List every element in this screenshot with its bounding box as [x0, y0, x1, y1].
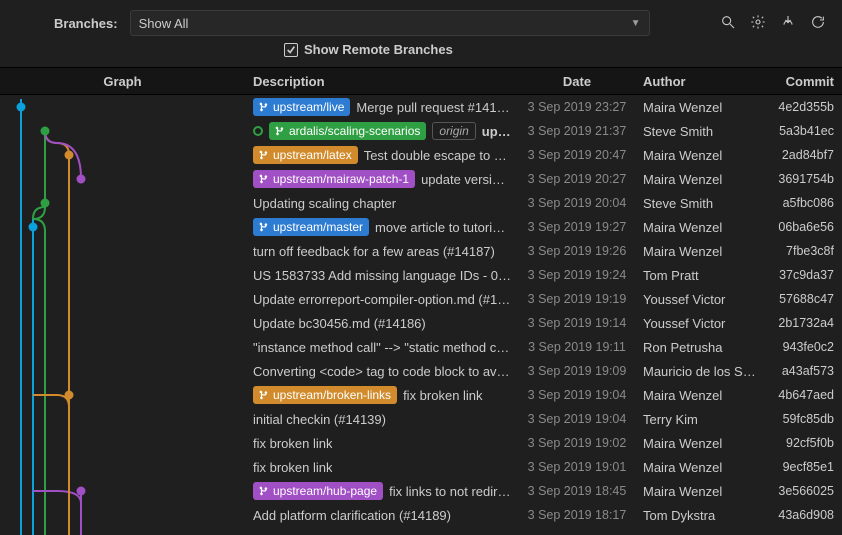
chevron-down-icon: ▼ — [631, 18, 641, 29]
commit-hash: 3691754b — [765, 172, 842, 186]
commit-hash: 4b647aed — [765, 388, 842, 402]
commit-hash: a43af573 — [765, 364, 842, 378]
commit-hash: 92cf5f0b — [765, 436, 842, 450]
table-header: Graph Description Date Author Commit — [0, 67, 842, 95]
branch-tag[interactable]: upstream/hub-page — [253, 482, 383, 500]
commit-date: 3 Sep 2019 19:14 — [519, 316, 635, 330]
branches-label: Branches: — [54, 16, 118, 31]
commit-hash: 4e2d355b — [765, 100, 842, 114]
commit-hash: 59fc85db — [765, 412, 842, 426]
commit-author: Tom Pratt — [635, 268, 765, 283]
commit-author: Tom Dykstra — [635, 508, 765, 523]
header-commit[interactable]: Commit — [765, 74, 842, 89]
header-graph[interactable]: Graph — [0, 74, 245, 89]
commit-author: Steve Smith — [635, 196, 765, 211]
header-date[interactable]: Date — [519, 74, 635, 89]
commit-message: fix links to not redire… — [389, 484, 511, 499]
commit-date: 3 Sep 2019 19:01 — [519, 460, 635, 474]
commit-message: turn off feedback for a few areas (#1418… — [253, 244, 495, 259]
branch-tag[interactable]: upstream/live — [253, 98, 350, 116]
commit-author: Maira Wenzel — [635, 220, 765, 235]
commit-hash: 2b1732a4 — [765, 316, 842, 330]
commit-hash: 37c9da37 — [765, 268, 842, 282]
head-indicator — [253, 126, 263, 136]
fetch-icon[interactable] — [780, 14, 796, 33]
commit-date: 3 Sep 2019 23:27 — [519, 100, 635, 114]
commit-message: initial checkin (#14139) — [253, 412, 386, 427]
commit-message: Add platform clarification (#14189) — [253, 508, 451, 523]
show-remote-label: Show Remote Branches — [304, 42, 453, 57]
commit-author: Ron Petrusha — [635, 340, 765, 355]
commit-hash: 06ba6e56 — [765, 220, 842, 234]
commit-date: 3 Sep 2019 18:45 — [519, 484, 635, 498]
commit-hash: 9ecf85e1 — [765, 460, 842, 474]
commit-author: Youssef Victor — [635, 292, 765, 307]
commit-message: fix broken link — [253, 436, 332, 451]
branches-dropdown-value: Show All — [139, 16, 189, 31]
commit-author: Steve Smith — [635, 124, 765, 139]
commit-date: 3 Sep 2019 18:17 — [519, 508, 635, 522]
commit-message: Updating scaling chapter — [253, 196, 396, 211]
branch-tag[interactable]: upstream/mairaw-patch-1 — [253, 170, 415, 188]
commit-author: Maira Wenzel — [635, 244, 765, 259]
commit-author: Maira Wenzel — [635, 388, 765, 403]
commit-hash: a5fbc086 — [765, 196, 842, 210]
branch-tag[interactable]: upstream/latex — [253, 146, 358, 164]
show-remote-checkbox[interactable] — [284, 43, 298, 57]
commit-message: fix broken link — [403, 388, 482, 403]
commit-message: "instance method call" --> "static metho… — [253, 340, 511, 355]
commit-message: Converting <code> tag to code block to a… — [253, 364, 511, 379]
commit-date: 3 Sep 2019 19:26 — [519, 244, 635, 258]
commit-date: 3 Sep 2019 19:02 — [519, 436, 635, 450]
header-author[interactable]: Author — [635, 74, 765, 89]
commit-date: 3 Sep 2019 20:04 — [519, 196, 635, 210]
commit-message: Merge pull request #1419… — [356, 100, 511, 115]
commit-date: 3 Sep 2019 20:27 — [519, 172, 635, 186]
search-icon[interactable] — [720, 14, 736, 33]
commit-hash: 943fe0c2 — [765, 340, 842, 354]
commit-author: Youssef Victor — [635, 316, 765, 331]
commit-message: move article to tutorials… — [375, 220, 511, 235]
commit-author: Maira Wenzel — [635, 460, 765, 475]
commit-date: 3 Sep 2019 19:19 — [519, 292, 635, 306]
commit-author: Maira Wenzel — [635, 148, 765, 163]
commit-date: 3 Sep 2019 19:11 — [519, 340, 635, 354]
commit-date: 3 Sep 2019 21:37 — [519, 124, 635, 138]
commit-message: Update errorreport-compiler-option.md (#… — [253, 292, 511, 307]
commit-date: 3 Sep 2019 19:27 — [519, 220, 635, 234]
commit-date: 3 Sep 2019 19:04 — [519, 412, 635, 426]
commit-hash: 3e566025 — [765, 484, 842, 498]
commit-hash: 2ad84bf7 — [765, 148, 842, 162]
commit-date: 3 Sep 2019 19:24 — [519, 268, 635, 282]
origin-tag[interactable]: origin — [432, 122, 475, 140]
commit-message: Test double escape to re… — [364, 148, 511, 163]
commit-hash: 57688c47 — [765, 292, 842, 306]
commit-author: Maira Wenzel — [635, 484, 765, 499]
branch-tag[interactable]: upstream/master — [253, 218, 369, 236]
commit-hash: 5a3b41ec — [765, 124, 842, 138]
commit-author: Maira Wenzel — [635, 100, 765, 115]
commit-date: 3 Sep 2019 20:47 — [519, 148, 635, 162]
commit-author: Maira Wenzel — [635, 436, 765, 451]
commit-author: Maira Wenzel — [635, 172, 765, 187]
gear-icon[interactable] — [750, 14, 766, 33]
commit-list: upstream/live Merge pull request #1419… 3 … — [0, 95, 842, 535]
commit-author: Mauricio de los San… — [635, 364, 765, 379]
commit-message: US 1583733 Add missing language IDs - 09… — [253, 268, 511, 283]
commit-hash: 43a6d908 — [765, 508, 842, 522]
commit-message: Update bc30456.md (#14186) — [253, 316, 426, 331]
graph-canvas — [0, 95, 245, 535]
commit-author: Terry Kim — [635, 412, 765, 427]
commit-message: fix broken link — [253, 460, 332, 475]
commit-date: 3 Sep 2019 19:09 — [519, 364, 635, 378]
commit-message: update version… — [421, 172, 511, 187]
commit-date: 3 Sep 2019 19:04 — [519, 388, 635, 402]
branch-tag[interactable]: upstream/broken-links — [253, 386, 397, 404]
refresh-icon[interactable] — [810, 14, 826, 33]
branch-tag[interactable]: ardalis/scaling-scenarios — [269, 122, 426, 140]
header-description[interactable]: Description — [245, 74, 519, 89]
branches-dropdown[interactable]: Show All ▼ — [130, 10, 650, 36]
commit-hash: 7fbe3c8f — [765, 244, 842, 258]
commit-message: upda… — [482, 124, 511, 139]
